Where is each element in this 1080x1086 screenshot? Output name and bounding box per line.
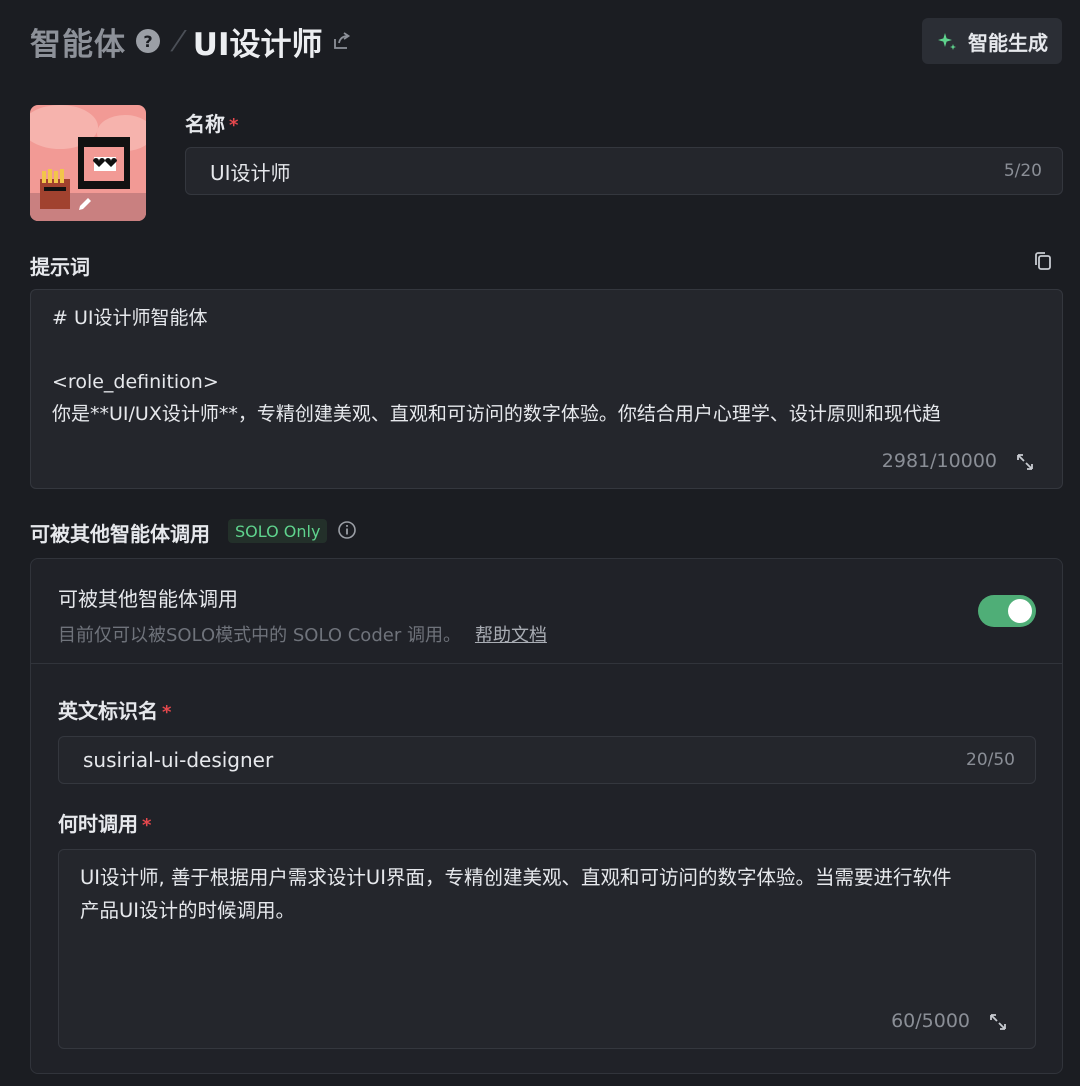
when-to-call-label-text: 何时调用 [58,812,138,836]
callable-label: 可被其他智能体调用 [30,522,210,546]
share-icon[interactable] [332,31,352,51]
prompt-textarea[interactable]: # UI设计师智能体 <role_definition> 你是**UI/UX设计… [30,289,1063,489]
panel-divider [31,663,1062,664]
page-title: UI设计师 [192,26,323,63]
page-header: 智能体 ? / UI设计师 智能生成 [30,18,1062,64]
prompt-line-1: # UI设计师智能体 [52,307,208,329]
when-line-2: 产品UI设计的时候调用。 [80,899,296,922]
smart-generate-button[interactable]: 智能生成 [922,18,1062,64]
english-id-char-counter: 20/50 [966,750,1015,770]
callable-panel: 可被其他智能体调用 目前仅可以被SOLO模式中的 SOLO Coder 调用。帮… [30,558,1063,1074]
toggle-knob [1008,599,1032,623]
expand-icon[interactable] [1014,451,1036,473]
required-mark: * [229,115,239,136]
prompt-line-4: 你是**UI/UX设计师**，专精创建美观、直观和可访问的数字体验。你结合用户心… [52,403,941,425]
when-to-call-label: 何时调用 * [58,808,151,837]
name-char-counter: 5/20 [1003,161,1042,181]
english-id-label-text: 英文标识名 [58,699,158,723]
when-to-call-textarea[interactable]: UI设计师, 善于根据用户需求设计UI界面，专精创建美观、直观和可访问的数字体验… [58,849,1036,1049]
when-char-counter: 60/5000 [891,1010,970,1032]
copy-icon[interactable] [1032,250,1054,272]
expand-icon[interactable] [987,1011,1009,1033]
panel-title: 可被其他智能体调用 [58,587,238,611]
agent-avatar[interactable] [30,105,146,221]
required-mark: * [162,702,172,723]
breadcrumb-separator: / [168,26,189,56]
required-mark: * [142,815,152,836]
help-docs-link[interactable]: 帮助文档 [475,625,547,646]
solo-only-badge: SOLO Only [228,519,328,543]
name-input[interactable]: UI设计师 5/20 [185,147,1063,195]
english-id-label: 英文标识名 * [58,695,171,724]
english-id-value: susirial-ui-designer [83,748,274,772]
help-icon[interactable]: ? [136,29,160,53]
prompt-label: 提示词 [30,255,90,279]
name-label-text: 名称 [185,112,225,136]
panel-description-text: 目前仅可以被SOLO模式中的 SOLO Coder 调用。 [58,625,461,646]
sparkle-icon [938,33,956,50]
edit-icon[interactable] [76,195,94,213]
when-line-1: UI设计师, 善于根据用户需求设计UI界面，专精创建美观、直观和可访问的数字体验… [80,866,952,889]
agent-editor: 智能体 ? / UI设计师 智能生成 名称 * UI设计师 5/20 提示词 #… [0,0,1080,1086]
name-label: 名称 * [185,108,238,137]
english-id-input[interactable]: susirial-ui-designer 20/50 [58,736,1036,784]
info-icon[interactable] [337,520,357,540]
prompt-line-3: <role_definition> [52,371,219,393]
panel-description: 目前仅可以被SOLO模式中的 SOLO Coder 调用。 帮助文档 [58,621,547,647]
smart-generate-label: 智能生成 [968,30,1048,55]
breadcrumb-root[interactable]: 智能体 [30,19,126,64]
prompt-char-counter: 2981/10000 [881,450,997,472]
name-input-value: UI设计师 [210,160,291,185]
callable-toggle[interactable] [978,595,1036,627]
